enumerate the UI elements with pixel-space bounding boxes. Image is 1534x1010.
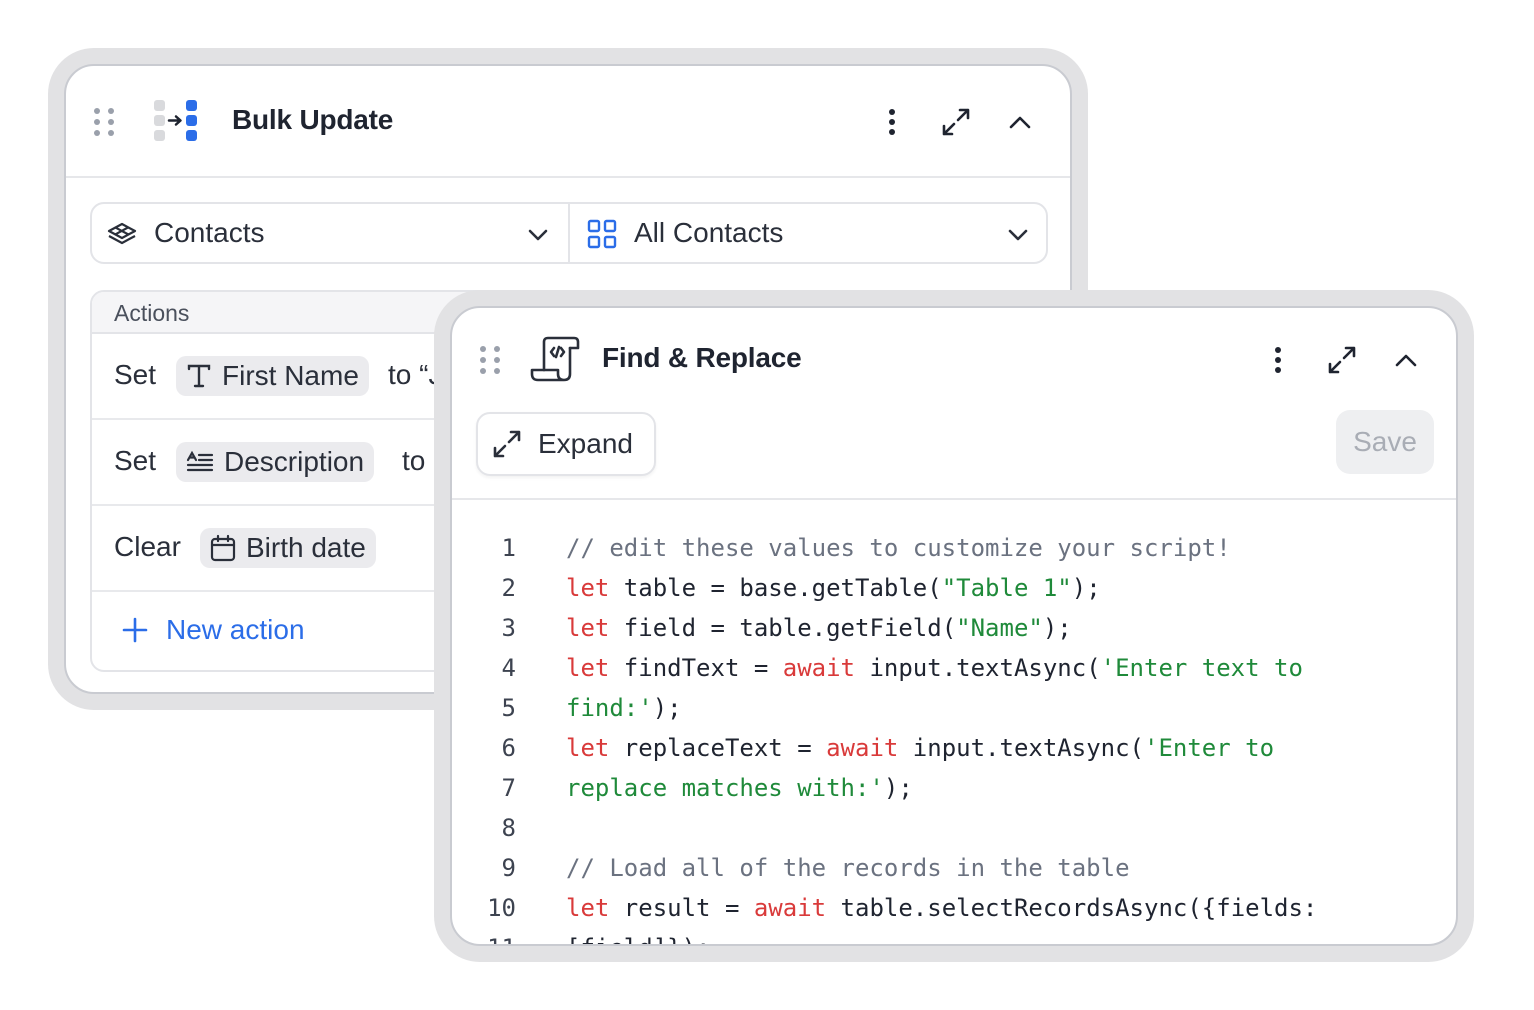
- drag-handle-icon[interactable]: [94, 108, 118, 136]
- find-replace-header: Find & Replace Expand Save: [452, 308, 1456, 500]
- line-number: 1: [501, 534, 516, 562]
- line-number: 8: [501, 814, 516, 842]
- more-options-icon[interactable]: [1258, 340, 1298, 380]
- expand-button-label: Expand: [538, 428, 633, 459]
- code-text: let result = await table.selectRecordsAs…: [566, 894, 1318, 922]
- table-view-selector: Contacts All Contacts: [90, 202, 1048, 264]
- find-replace-title: Find & Replace: [602, 342, 802, 373]
- view-selector-label: All Contacts: [634, 217, 784, 248]
- code-text: replace matches with:');: [566, 774, 913, 802]
- view-selector-dropdown[interactable]: All Contacts: [572, 204, 1048, 262]
- code-text: let replaceText = await input.textAsync(…: [566, 734, 1275, 762]
- expand-button[interactable]: Expand: [476, 412, 656, 476]
- new-action-button[interactable]: New action: [122, 614, 305, 646]
- code-text: // edit these values to customize your s…: [566, 534, 1231, 562]
- new-action-label: New action: [166, 614, 305, 645]
- code-text: let findText = await input.textAsync('En…: [566, 654, 1303, 682]
- field-pill-label: Description: [224, 446, 365, 477]
- bulk-update-header: Bulk Update: [66, 66, 1070, 178]
- field-pill-label: Birth date: [246, 532, 366, 563]
- action-verb: Set: [114, 359, 157, 390]
- find-replace-card: Find & Replace Expand Save 1 // edit thes…: [450, 306, 1458, 946]
- action-verb: Set: [114, 445, 157, 476]
- code-text: find:');: [566, 694, 682, 722]
- drag-handle-icon[interactable]: [480, 346, 504, 374]
- save-button[interactable]: Save: [1336, 410, 1434, 474]
- long-text-icon: [186, 450, 214, 472]
- line-number: 7: [501, 774, 516, 802]
- bulk-update-logo-icon: [154, 100, 197, 141]
- code-text: [field]});: [566, 934, 711, 944]
- chevron-up-icon[interactable]: [1000, 102, 1040, 142]
- script-scroll-icon: [530, 336, 580, 382]
- line-number: 6: [501, 734, 516, 762]
- actions-header-label: Actions: [114, 300, 190, 326]
- chevron-down-icon: [528, 229, 548, 241]
- expand-icon: [493, 430, 521, 458]
- field-pill[interactable]: Birth date: [200, 528, 376, 568]
- plus-icon: [122, 617, 148, 643]
- line-number: 4: [501, 654, 516, 682]
- chevron-up-icon[interactable]: [1386, 340, 1426, 380]
- more-options-icon[interactable]: [872, 102, 912, 142]
- expand-icon[interactable]: [1322, 340, 1362, 380]
- action-verb: Clear: [114, 531, 181, 562]
- calendar-icon: [210, 534, 236, 562]
- grid-view-icon: [587, 219, 617, 249]
- code-text: let table = base.getTable("Table 1");: [566, 574, 1101, 602]
- field-pill-label: First Name: [222, 360, 359, 391]
- text-type-icon: [187, 364, 211, 388]
- code-text: // Load all of the records in the table: [566, 854, 1130, 882]
- bulk-update-title: Bulk Update: [232, 104, 394, 135]
- line-number: 10: [487, 894, 516, 922]
- chevron-down-icon: [1008, 229, 1028, 241]
- line-number: 9: [501, 854, 516, 882]
- table-selector-dropdown[interactable]: Contacts: [92, 204, 570, 262]
- code-text: let field = table.getField("Name");: [566, 614, 1072, 642]
- table-selector-label: Contacts: [154, 217, 265, 248]
- line-number: 3: [501, 614, 516, 642]
- table-stack-icon: [107, 222, 137, 245]
- line-number: 2: [501, 574, 516, 602]
- line-number: 5: [501, 694, 516, 722]
- expand-icon[interactable]: [936, 102, 976, 142]
- field-pill[interactable]: Description: [176, 442, 375, 482]
- field-pill[interactable]: First Name: [176, 356, 369, 396]
